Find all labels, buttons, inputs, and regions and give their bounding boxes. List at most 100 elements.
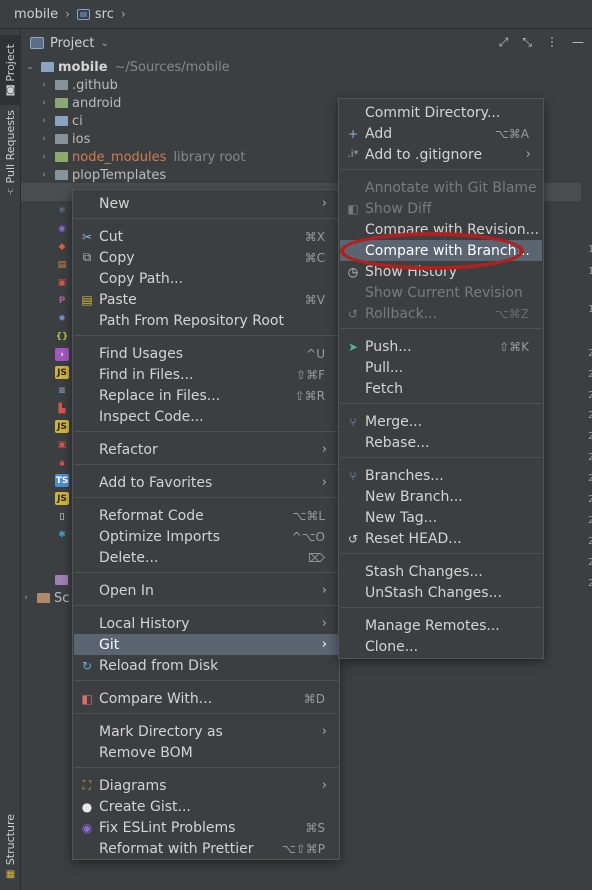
- menu-item-commit-directory[interactable]: Commit Directory...: [340, 102, 542, 123]
- breadcrumb-item-mobile[interactable]: mobile: [14, 7, 58, 22]
- tree-row[interactable]: › .github: [21, 76, 592, 94]
- ios-folder-icon: [55, 134, 68, 144]
- chevron-right-icon[interactable]: ›: [39, 80, 49, 90]
- menu-item-local-history[interactable]: Local History ›: [74, 613, 338, 634]
- menu-item-annotate-with-git-blame[interactable]: Annotate with Git Blame: [340, 177, 542, 198]
- gutter-line-mark: 2: [588, 494, 592, 505]
- git-file-icon: ◆: [58, 241, 66, 252]
- menu-item-fetch[interactable]: Fetch: [340, 378, 542, 399]
- chevron-right-icon[interactable]: ›: [21, 593, 31, 603]
- menu-item-add[interactable]: + Add ⌥⌘A: [340, 123, 542, 144]
- menu-item-optimize-imports[interactable]: Optimize Imports ^⌥O: [74, 526, 338, 547]
- json-icon: {}: [55, 331, 69, 342]
- menu-item-new[interactable]: New ›: [74, 193, 338, 214]
- menu-item-find-usages[interactable]: Find Usages ^U: [74, 343, 338, 364]
- menu-item-diagrams[interactable]: ⛶ Diagrams ›: [74, 775, 338, 796]
- expand-all-icon[interactable]: ⤢: [499, 35, 509, 50]
- gutter-line-mark: 2: [588, 452, 592, 463]
- menu-item-new-tag[interactable]: New Tag...: [340, 507, 542, 528]
- menu-item-refactor[interactable]: Refactor ›: [74, 439, 338, 460]
- menu-item-push[interactable]: ➤ Push... ⇧⌘K: [340, 336, 542, 357]
- module-folder-icon: [41, 62, 54, 72]
- menu-item-fix-eslint-problems[interactable]: ◉ Fix ESLint Problems ⌘S: [74, 817, 338, 838]
- folder-icon: [55, 170, 68, 180]
- chevron-down-icon[interactable]: ⌄: [25, 62, 35, 72]
- menu-item-new-branch[interactable]: New Branch...: [340, 486, 542, 507]
- menu-item-copy-path[interactable]: Copy Path...: [74, 268, 338, 289]
- menu-item-label: Remove BOM: [99, 744, 193, 761]
- menu-item-cut[interactable]: ✂ Cut ⌘X: [74, 226, 338, 247]
- menu-item-label: Optimize Imports: [99, 528, 220, 545]
- menu-shortcut: ⌦: [308, 550, 325, 565]
- menu-shortcut: ⌘V: [304, 292, 325, 307]
- tree-row[interactable]: ⌄ mobile ~/Sources/mobile: [21, 58, 592, 76]
- menu-item-reload-from-disk[interactable]: ↻ Reload from Disk: [74, 655, 338, 676]
- menu-item-label: Reformat with Prettier: [99, 840, 254, 857]
- menu-item-mark-directory-as[interactable]: Mark Directory as ›: [74, 721, 338, 742]
- menu-item-compare-with[interactable]: ◧ Compare With... ⌘D: [74, 688, 338, 709]
- breadcrumb-item-src[interactable]: src: [95, 7, 114, 22]
- options-icon[interactable]: ⋮: [546, 35, 558, 50]
- menu-item-label: Fetch: [365, 380, 403, 397]
- menu-item-remove-bom[interactable]: Remove BOM: [74, 742, 338, 763]
- chevron-right-icon[interactable]: ›: [39, 98, 49, 108]
- collapse-all-icon[interactable]: ⤡: [522, 35, 532, 50]
- chevron-right-icon: ›: [321, 475, 327, 490]
- menu-item-path-from-repo-root[interactable]: Path From Repository Root: [74, 310, 338, 331]
- menu-item-reformat-code[interactable]: Reformat Code ⌥⌘L: [74, 505, 338, 526]
- chevron-right-icon[interactable]: ›: [39, 152, 49, 162]
- menu-item-rebase[interactable]: Rebase...: [340, 432, 542, 453]
- menu-item-rollback[interactable]: ↺ Rollback... ⌥⌘Z: [340, 303, 542, 324]
- menu-item-clone[interactable]: Clone...: [340, 636, 542, 657]
- scissors-icon: ✂: [81, 229, 93, 244]
- menu-item-branches[interactable]: ⑂ Branches...: [340, 465, 542, 486]
- menu-item-replace-in-files[interactable]: Replace in Files... ⇧⌘R: [74, 385, 338, 406]
- menu-separator: [74, 335, 338, 336]
- menu-item-paste[interactable]: ▤ Paste ⌘V: [74, 289, 338, 310]
- chevron-right-icon[interactable]: ›: [39, 170, 49, 180]
- structure-icon: ▦: [5, 869, 16, 881]
- menu-item-create-gist[interactable]: ● Create Gist...: [74, 796, 338, 817]
- tab-pull-requests[interactable]: Pull Requests ⑂: [0, 109, 21, 199]
- rollback-icon: ↺: [347, 306, 359, 321]
- tab-project[interactable]: Project ◙: [0, 35, 21, 105]
- chevron-right-icon: ›: [321, 442, 327, 457]
- project-panel-title[interactable]: Project: [50, 36, 94, 51]
- menu-item-inspect-code[interactable]: Inspect Code...: [74, 406, 338, 427]
- library-folder-icon: [55, 152, 68, 162]
- menu-item-open-in[interactable]: Open In ›: [74, 580, 338, 601]
- gutter-line-mark: 2: [588, 536, 592, 547]
- tab-structure-label: Structure: [4, 813, 17, 866]
- menu-item-add-to-favorites[interactable]: Add to Favorites ›: [74, 472, 338, 493]
- tab-structure[interactable]: Structure ▦: [0, 809, 21, 885]
- diagram-icon: ⛶: [82, 778, 92, 792]
- menu-item-add-to-gitignore[interactable]: .i* Add to .gitignore ›: [340, 144, 542, 165]
- menu-item-copy[interactable]: ⧉ Copy ⌘C: [74, 247, 338, 268]
- menu-item-label: Git: [99, 636, 120, 653]
- annotation-ellipse: [340, 232, 524, 270]
- menu-item-show-diff[interactable]: ◧ Show Diff: [340, 198, 542, 219]
- chevron-down-icon[interactable]: ⌄: [100, 38, 108, 49]
- menu-item-git[interactable]: Git ›: [74, 634, 338, 655]
- menu-item-label: Stash Changes...: [365, 563, 483, 580]
- menu-item-unstash-changes[interactable]: UnStash Changes...: [340, 582, 542, 603]
- menu-shortcut: ^⌥O: [291, 529, 325, 544]
- chevron-right-icon[interactable]: ›: [39, 134, 49, 144]
- menu-item-label: UnStash Changes...: [365, 584, 502, 601]
- menu-item-label: Branches...: [365, 467, 444, 484]
- menu-item-reformat-with-prettier[interactable]: Reformat with Prettier ⌥⇧⌘P: [74, 838, 338, 859]
- hide-panel-icon[interactable]: —: [572, 35, 584, 50]
- menu-item-delete[interactable]: Delete... ⌦: [74, 547, 338, 568]
- menu-item-pull[interactable]: Pull...: [340, 357, 542, 378]
- tab-project-label: Project: [4, 43, 17, 82]
- chevron-right-icon: ›: [525, 147, 531, 162]
- menu-item-merge[interactable]: ⑂ Merge...: [340, 411, 542, 432]
- menu-item-manage-remotes[interactable]: Manage Remotes...: [340, 615, 542, 636]
- menu-item-stash-changes[interactable]: Stash Changes...: [340, 561, 542, 582]
- tree-item-hint: library root: [173, 149, 246, 165]
- menu-item-find-in-files[interactable]: Find in Files... ⇧⌘F: [74, 364, 338, 385]
- menu-item-show-current-revision[interactable]: Show Current Revision: [340, 282, 542, 303]
- menu-item-label: Replace in Files...: [99, 387, 221, 404]
- menu-item-reset-head[interactable]: ↺ Reset HEAD...: [340, 528, 542, 549]
- chevron-right-icon[interactable]: ›: [39, 116, 49, 126]
